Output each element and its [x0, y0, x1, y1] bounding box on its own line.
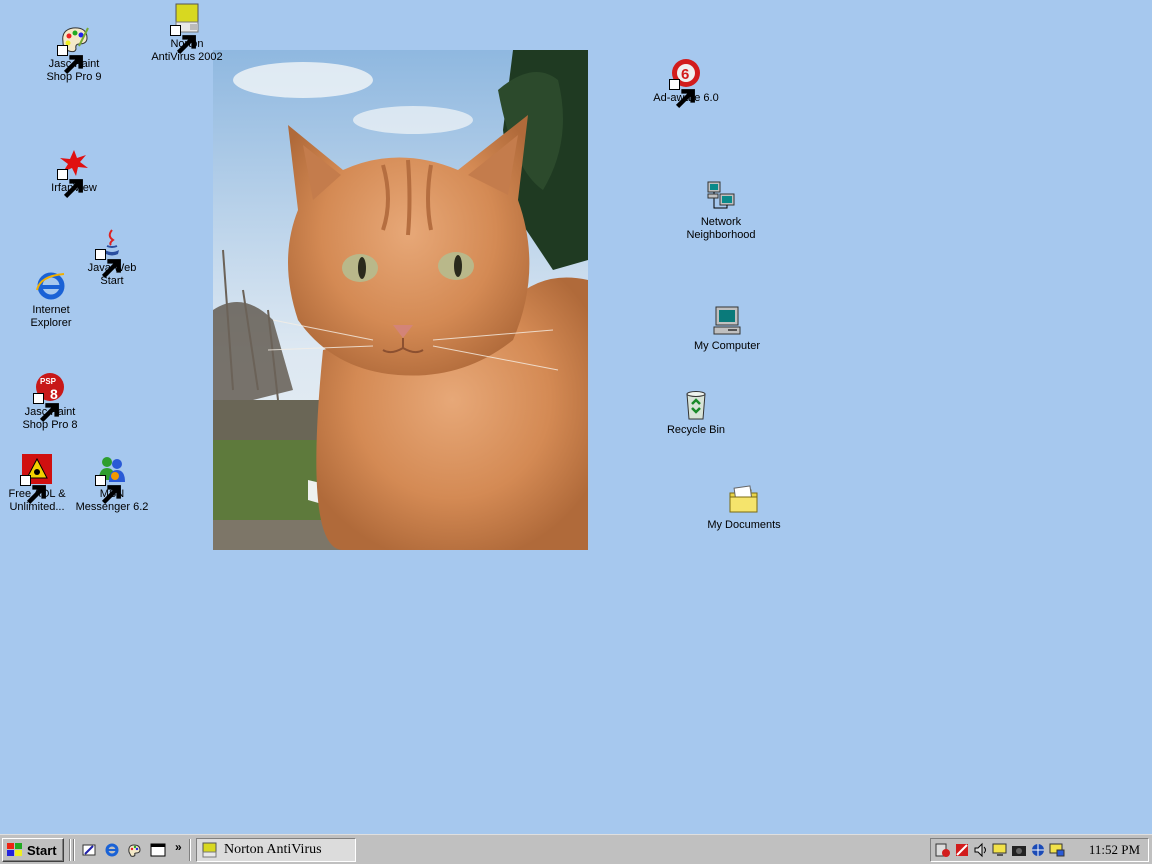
network-computers-icon — [704, 180, 738, 214]
desktop-icon-label: Network Neighborhood — [686, 216, 756, 241]
taskbar: Start » Norton AntiVirus 11:52 PM — [0, 834, 1152, 864]
cat-photo — [213, 50, 588, 550]
desktop[interactable]: Jasc Paint Shop Pro 9 Norton AntiVirus 2… — [0, 0, 1152, 834]
system-tray: 11:52 PM — [930, 838, 1149, 862]
desktop-icon-my-documents[interactable]: My Documents — [702, 483, 786, 532]
shortcut-arrow-icon — [95, 249, 121, 279]
desktop-icon-norton-antivirus[interactable]: Norton AntiVirus 2002 — [145, 2, 229, 64]
internet-explorer-icon[interactable] — [104, 842, 120, 858]
taskbar-separator — [189, 839, 191, 861]
palette-icon — [57, 22, 91, 75]
irfanview-icon — [57, 146, 91, 199]
windows-logo-icon — [6, 842, 24, 858]
network-icon[interactable] — [1029, 842, 1047, 858]
internet-explorer-icon — [34, 268, 68, 302]
window-icon[interactable] — [150, 842, 166, 858]
java-icon — [95, 226, 129, 279]
desktop-icon-msn-messenger[interactable]: MSN Messenger 6.2 — [70, 452, 154, 514]
aol-icon — [20, 452, 54, 505]
monitor-icon[interactable] — [991, 842, 1009, 858]
desktop-icon-irfanview[interactable]: IrfanView — [32, 146, 116, 199]
volume-icon[interactable] — [972, 842, 990, 858]
start-label: Start — [27, 842, 57, 858]
start-button[interactable]: Start — [2, 838, 64, 862]
shortcut-arrow-icon — [95, 475, 121, 505]
desktop-icon-ad-aware[interactable]: 6 Ad-aware 6.0 — [644, 56, 728, 109]
shortcut-arrow-icon — [170, 25, 196, 55]
quick-launch-overflow[interactable]: » — [175, 840, 182, 854]
shortcut-arrow-icon — [57, 169, 83, 199]
norton-icon[interactable] — [934, 842, 952, 858]
shortcut-arrow-icon — [20, 475, 46, 505]
taskbar-separator — [69, 839, 71, 861]
display-icon[interactable] — [1048, 842, 1066, 858]
desktop-icon-my-computer[interactable]: My Computer — [685, 304, 769, 353]
task-button-norton-antivirus[interactable]: Norton AntiVirus — [196, 838, 356, 862]
desktop-icon-recycle-bin[interactable]: Recycle Bin — [654, 388, 738, 437]
adaware-icon[interactable] — [953, 842, 971, 858]
desktop-icon-free-aol[interactable]: Free AOL & Unlimited... — [0, 452, 79, 514]
shortcut-arrow-icon — [57, 45, 83, 75]
desktop-icon-internet-explorer[interactable]: Internet Explorer — [9, 268, 93, 330]
my-computer-icon — [710, 304, 744, 338]
desktop-icon-label: Internet Explorer — [30, 304, 72, 329]
taskbar-separator — [73, 839, 75, 861]
norton-antivirus-icon — [170, 2, 204, 55]
shortcut-arrow-icon — [33, 393, 59, 423]
shortcut-arrow-icon — [669, 79, 695, 109]
ad-aware-icon: 6 — [669, 56, 703, 109]
msn-messenger-icon — [95, 452, 129, 505]
paint-shop-icon[interactable] — [126, 842, 142, 858]
task-button-label: Norton AntiVirus — [224, 842, 322, 857]
show-desktop-icon[interactable] — [81, 842, 97, 858]
wallpaper-image — [213, 50, 588, 550]
clock[interactable]: 11:52 PM — [1089, 842, 1140, 858]
desktop-icon-paint-shop-pro-9[interactable]: Jasc Paint Shop Pro 9 — [32, 22, 116, 84]
svg-text:PSP: PSP — [40, 377, 57, 386]
recycle-bin-icon — [679, 388, 713, 422]
desktop-icon-label: My Documents — [707, 519, 781, 531]
desktop-icon-paint-shop-pro-8[interactable]: PSP 8 Jasc Paint Shop Pro 8 — [8, 370, 92, 432]
norton-antivirus-icon — [201, 842, 219, 858]
desktop-icon-label: Recycle Bin — [666, 424, 726, 436]
camera-icon[interactable] — [1010, 842, 1028, 858]
desktop-icon-label: My Computer — [693, 340, 761, 352]
desktop-icon-network-neighborhood[interactable]: Network Neighborhood — [679, 180, 763, 242]
folder-icon — [727, 483, 761, 517]
psp8-icon: PSP 8 — [33, 370, 67, 423]
